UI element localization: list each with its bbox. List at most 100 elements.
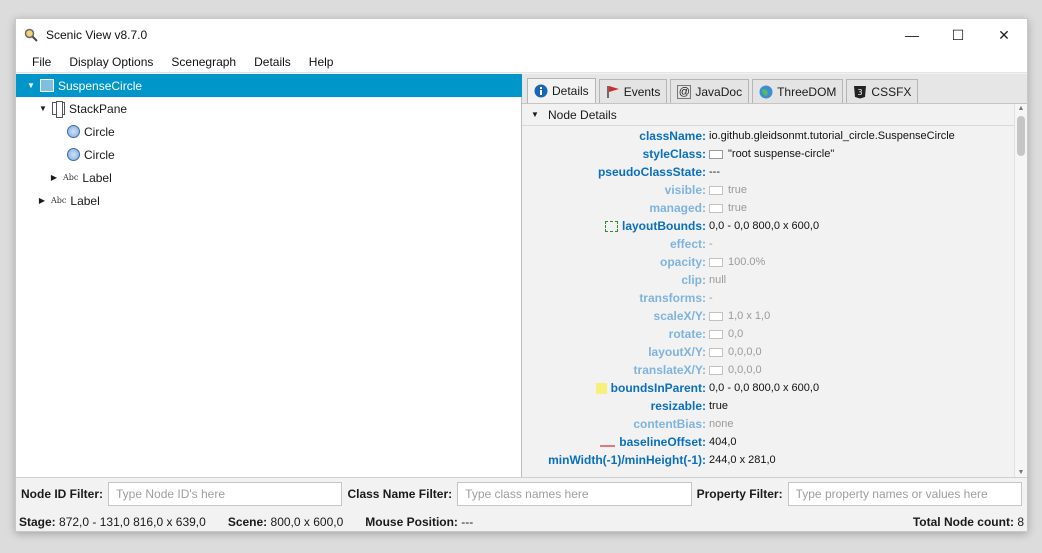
tree-item-label-1[interactable]: ▶ Abc Label xyxy=(16,166,522,189)
menu-display-options[interactable]: Display Options xyxy=(60,55,162,69)
property-row: translateX/Y: 0,0,0,0 xyxy=(522,361,1014,379)
total-node-count-value: 8 xyxy=(1017,514,1024,529)
expanded-arrow-icon[interactable]: ▼ xyxy=(38,104,48,113)
property-value-text: 404,0 xyxy=(709,436,737,448)
window-title: Scenic View v8.7.0 xyxy=(46,28,148,42)
stage-label: Stage: xyxy=(19,514,56,529)
menu-details[interactable]: Details xyxy=(245,55,300,69)
stage-value: 872,0 - 131,0 816,0 x 639,0 xyxy=(59,514,206,529)
tab-label: CSSFX xyxy=(871,84,912,99)
flag-icon xyxy=(606,85,620,99)
node-details-header[interactable]: ▼ Node Details xyxy=(522,104,1027,126)
menu-help[interactable]: Help xyxy=(300,55,343,69)
minimize-button[interactable]: — xyxy=(889,19,935,51)
collapsed-arrow-icon[interactable]: ▶ xyxy=(49,173,59,182)
status-bar: Stage: 872,0 - 131,0 816,0 x 639,0 Scene… xyxy=(16,510,1027,533)
property-row: rotate: 0,0 xyxy=(522,325,1014,343)
scenegraph-tree[interactable]: ▼ SuspenseCircle ▼ StackPane Circle Circ… xyxy=(16,74,522,477)
layoutbounds-marker-icon xyxy=(605,221,618,233)
expanded-arrow-icon[interactable]: ▼ xyxy=(530,110,540,119)
node-id-filter-label: Node ID Filter: xyxy=(21,487,104,501)
tab-cssfx[interactable]: 3 CSSFX xyxy=(846,79,919,103)
property-value-text: --- xyxy=(709,166,720,178)
edit-field-icon[interactable] xyxy=(709,149,723,159)
edit-field-icon[interactable] xyxy=(709,203,723,213)
property-name: visible: xyxy=(522,183,709,197)
property-value: null xyxy=(709,274,726,286)
close-button[interactable]: ✕ xyxy=(981,19,1027,51)
circle-icon xyxy=(67,125,80,138)
edit-field-icon[interactable] xyxy=(709,365,723,375)
node-id-filter-input[interactable] xyxy=(108,482,343,506)
scroll-down-icon[interactable]: ▼ xyxy=(1015,469,1027,476)
property-name: opacity: xyxy=(522,255,709,269)
property-name: resizable: xyxy=(522,399,709,413)
edit-field-icon[interactable] xyxy=(709,329,723,339)
edit-field-icon[interactable] xyxy=(709,347,723,357)
tab-label: Events xyxy=(623,84,661,99)
tree-item-suspensecircle[interactable]: ▼ SuspenseCircle xyxy=(16,74,522,97)
tab-details[interactable]: Details xyxy=(527,78,596,103)
tree-item-stackpane[interactable]: ▼ StackPane xyxy=(16,97,522,120)
tree-item-label: Label xyxy=(70,193,100,208)
property-name: managed: xyxy=(522,201,709,215)
property-value: 244,0 x 281,0 xyxy=(709,454,776,466)
info-icon xyxy=(534,84,548,98)
section-title: Node Details xyxy=(548,107,617,122)
property-value: 0,0,0,0 xyxy=(709,346,762,358)
tab-threedom[interactable]: ThreeDOM xyxy=(752,79,844,103)
tree-item-circle-1[interactable]: Circle xyxy=(16,120,522,143)
tab-label: Details xyxy=(552,84,589,98)
property-filter-label: Property Filter: xyxy=(696,487,783,501)
property-name: layoutX/Y: xyxy=(522,345,709,359)
edit-field-icon[interactable] xyxy=(709,185,723,195)
tree-item-label-2[interactable]: ▶ Abc Label xyxy=(16,189,522,212)
menu-file[interactable]: File xyxy=(23,55,60,69)
property-name-text: visible: xyxy=(664,183,706,197)
title-bar: Scenic View v8.7.0 — ☐ ✕ xyxy=(16,19,1027,51)
property-value-text: 0,0 - 0,0 800,0 x 600,0 xyxy=(709,382,820,394)
label-icon: Abc xyxy=(63,173,79,182)
scroll-thumb[interactable] xyxy=(1017,116,1025,156)
property-value: 404,0 xyxy=(709,436,737,448)
property-filter-input[interactable] xyxy=(787,482,1023,506)
property-name-text: resizable: xyxy=(650,399,706,413)
property-row: className: io.github.gleidsonmt.tutorial_… xyxy=(522,127,1014,145)
property-value-text: - xyxy=(709,238,713,250)
property-value-text: "root suspense-circle" xyxy=(728,148,835,160)
property-name: translateX/Y: xyxy=(522,363,709,377)
property-name-text: boundsInParent: xyxy=(610,381,706,395)
scroll-up-icon[interactable]: ▲ xyxy=(1015,105,1027,112)
property-row: styleClass: "root suspense-circle" xyxy=(522,145,1014,163)
tree-item-circle-2[interactable]: Circle xyxy=(16,143,522,166)
tab-bar: Details Events @ JavaDoc ThreeDOM 3 CSSF… xyxy=(522,74,1027,104)
property-value-text: io.github.gleidsonmt.tutorial_circle.Sus… xyxy=(709,130,955,142)
property-value-text: 0,0,0,0 xyxy=(728,346,762,358)
property-name-text: clip: xyxy=(681,273,706,287)
collapsed-arrow-icon[interactable]: ▶ xyxy=(37,196,47,205)
property-value-text: 0,0 - 0,0 800,0 x 600,0 xyxy=(709,220,820,232)
property-value: 0,0 - 0,0 800,0 x 600,0 xyxy=(709,220,819,232)
property-name-text: styleClass: xyxy=(642,147,706,161)
edit-field-icon[interactable] xyxy=(709,311,723,321)
details-pane: Details Events @ JavaDoc ThreeDOM 3 CSSF… xyxy=(522,74,1027,477)
property-name: scaleX/Y: xyxy=(522,309,709,323)
property-row: layoutBounds: 0,0 - 0,0 800,0 x 600,0 xyxy=(522,217,1014,235)
tab-javadoc[interactable]: @ JavaDoc xyxy=(670,79,750,103)
tree-item-label: Circle xyxy=(84,147,115,162)
details-scrollbar[interactable]: ▲ ▼ xyxy=(1014,104,1027,477)
tab-events[interactable]: Events xyxy=(598,79,668,103)
maximize-button[interactable]: ☐ xyxy=(935,19,981,51)
property-row: resizable: true xyxy=(522,397,1014,415)
class-name-filter-input[interactable] xyxy=(457,482,692,506)
property-row: baselineOffset: 404,0 xyxy=(522,433,1014,451)
edit-field-icon[interactable] xyxy=(709,257,723,267)
expanded-arrow-icon[interactable]: ▼ xyxy=(26,81,36,90)
label-icon: Abc xyxy=(51,196,67,205)
tree-item-label: StackPane xyxy=(69,101,128,116)
property-value-text: true xyxy=(728,202,747,214)
property-name-text: opacity: xyxy=(659,255,706,269)
boundsinparent-marker-icon xyxy=(595,383,607,395)
node-details-list: className: io.github.gleidsonmt.tutorial_… xyxy=(522,127,1014,477)
menu-scenegraph[interactable]: Scenegraph xyxy=(162,55,245,69)
